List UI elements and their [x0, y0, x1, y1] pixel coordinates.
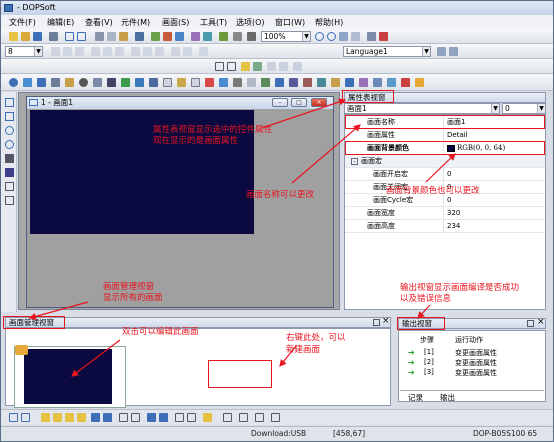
- arrow-to-thumbnail: [71, 339, 121, 377]
- annotation-dblclick-note: 双击可以编辑此画面: [122, 327, 199, 337]
- arrow-to-name: [291, 124, 361, 184]
- arrow-to-output: [417, 304, 431, 319]
- annotation-name-note: 画面名称可以更改: [246, 190, 315, 200]
- arrow-to-properties: [261, 98, 347, 129]
- arrow-to-bgcolor: [425, 153, 456, 183]
- annotation-prop-note-2: 现在显示的是画面属性: [153, 136, 239, 146]
- annotation-bg-note: 画面背景颜色也可以更改: [386, 186, 480, 196]
- annotation-manager-note-1: 画面管理视窗: [103, 282, 155, 292]
- annotation-manager-note-2: 显示所有的画面: [103, 293, 163, 303]
- annotation-arrows: [28, 98, 456, 377]
- arrow-to-manager: [28, 301, 89, 320]
- annotation-output-note-1: 输出视窗显示画面编译是否成功: [400, 283, 520, 293]
- annotation-rightclick-note-2: 新建画面: [286, 345, 321, 355]
- annotation-output-note-2: 以及错误信息: [400, 294, 452, 304]
- annotation-prop-note-1: 属性表视窗显示选中的控件属性: [153, 125, 273, 135]
- annotation-rightclick-note-1: 右键此处，可以: [286, 333, 346, 343]
